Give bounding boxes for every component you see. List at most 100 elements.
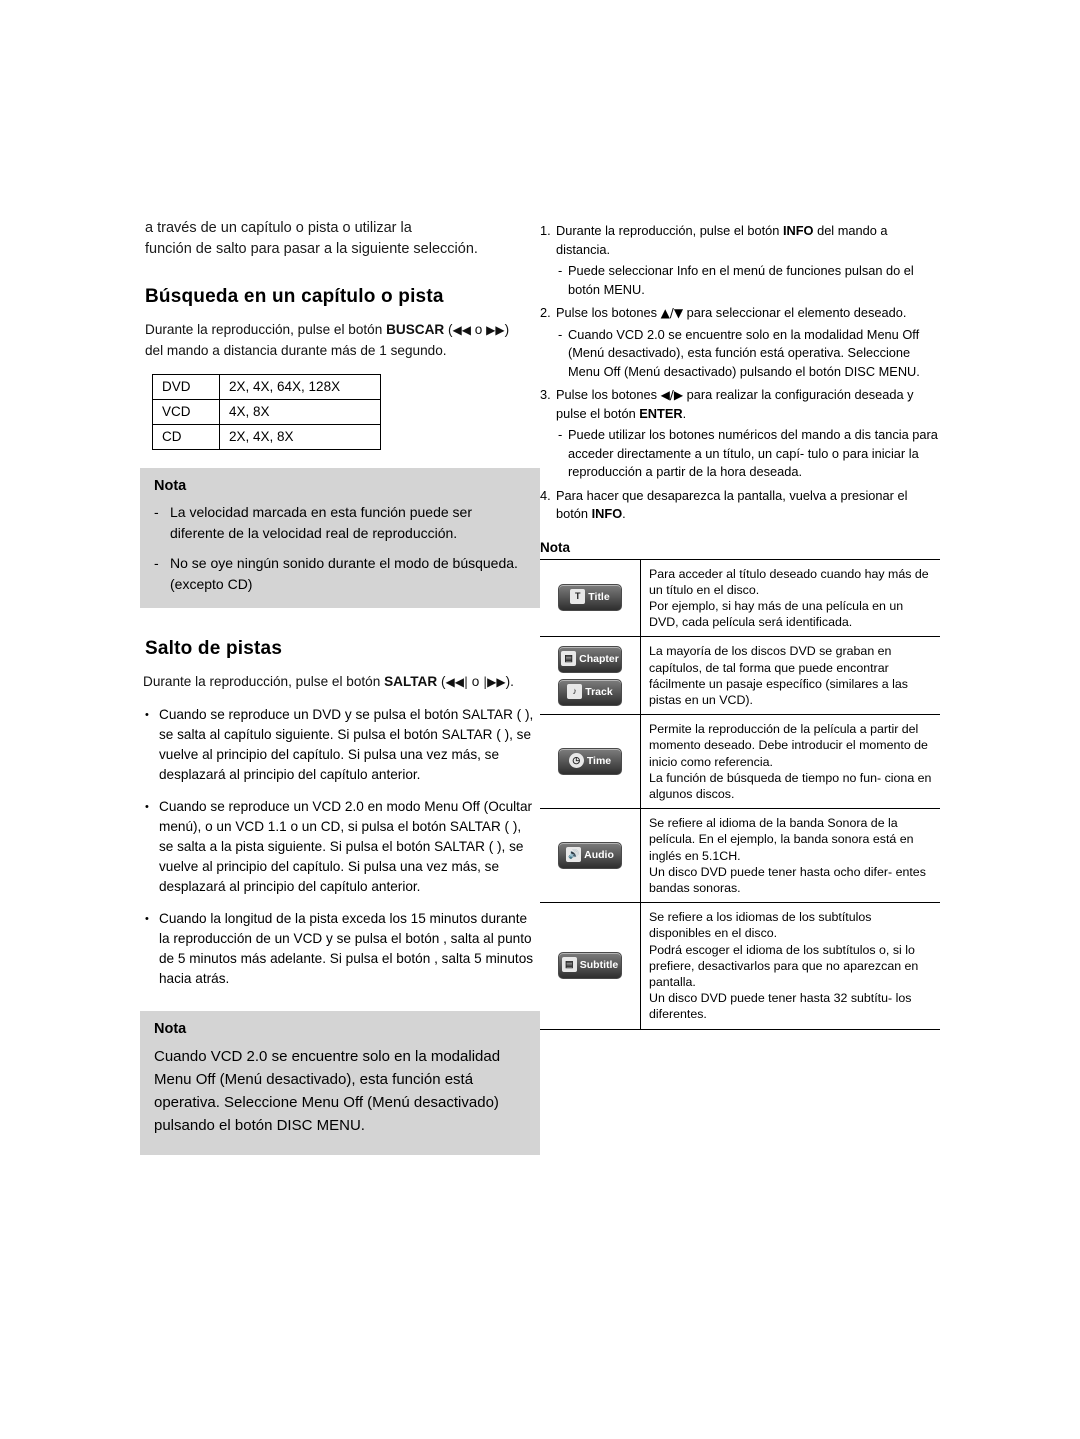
left-column: a través de un capítulo o pista o utiliz… [140, 218, 540, 1155]
title-glyph: T [570, 589, 586, 605]
nota-title-right: Nota [540, 539, 570, 555]
step-bold: INFO [782, 223, 814, 238]
icon-description: Se refiere al idioma de la banda Sonora … [640, 808, 940, 904]
step-text: Pulse los botones ◀/▶ para realizar la c… [556, 387, 914, 421]
bullet-icon: • [145, 800, 149, 813]
table-row: 🔊 Audio Se refiere al idioma de la banda … [540, 808, 940, 904]
track-glyph: ♪ [567, 683, 583, 699]
step-text-b: para seleccionar el elemento deseado. [683, 305, 907, 320]
track-icon: ♪ Track [558, 678, 622, 706]
list-item: - Puede utilizar los botones numéricos d… [558, 426, 940, 482]
step-text-a: Pulse los botones [556, 387, 661, 402]
list-item: - Cuando VCD 2.0 se encuentre solo en la… [558, 326, 940, 382]
intro-line-2: función de salto para pasar a la siguien… [145, 241, 478, 257]
list-item: • Cuando la longitud de la pista exceda … [145, 909, 537, 989]
skip-instr-c: o [468, 674, 484, 689]
step-text-b: . [622, 506, 626, 521]
skip-instr-b: ( [437, 674, 446, 689]
sub-dash: - [558, 427, 563, 442]
speaker-glyph: 🔊 [566, 847, 582, 863]
table-row: T Title Para acceder al título deseado cu… [540, 558, 940, 638]
list-item: • Cuando se reproduce un VCD 2.0 en modo… [145, 797, 537, 897]
subtitle-icon: ▤ Subtitle [558, 952, 622, 980]
step-index: 4. [540, 487, 551, 503]
list-item: • Cuando se reproduce un DVD y se pulsa … [145, 705, 537, 785]
intro-line-1: a través de un capítulo o pista o utiliz… [145, 220, 412, 236]
search-instr-d: ) [504, 322, 510, 337]
nota-title: Nota [154, 478, 187, 494]
sub-text: Puede utilizar los botones numéricos del… [568, 427, 938, 479]
skip-back-icon: ◀◀| [445, 675, 469, 689]
audio-label: Audio [584, 849, 614, 862]
clock-glyph: ◷ [568, 753, 584, 769]
table-row: ▤ Chapter ♪ Track La mayoría de los discos… [540, 636, 940, 716]
icon-description: Permite la reproducción de la película a… [640, 714, 940, 810]
step-text-a: Durante la reproducción, pulse el botón [556, 223, 783, 238]
icon-cell: T Title [540, 558, 641, 638]
speed-format-dvd: DVD [152, 374, 220, 400]
up-down-arrow-icon: ▲/▼ [660, 306, 684, 320]
table-row: ◷ Time Permite la reproducción de la pelí… [540, 714, 940, 810]
step-bold: ENTER [639, 405, 683, 421]
speed-values-cd: 2X, 4X, 8X [219, 424, 381, 450]
chapter-label: Chapter [579, 652, 619, 665]
nota-title: Nota [154, 1020, 187, 1037]
time-label: Time [586, 755, 612, 768]
step-bold: INFO [591, 506, 623, 521]
title-label: Title [588, 591, 610, 604]
icon-cell: ▤ Chapter ♪ Track [540, 636, 641, 716]
subtitle-glyph: ▤ [561, 957, 577, 973]
chapter-glyph: ▤ [561, 650, 577, 666]
icon-description: Se refiere a los idiomas de los subtítul… [640, 902, 940, 1030]
nota-item-text: No se oye ningún sonido durante el modo … [170, 555, 518, 592]
search-instruction-line2: del mando a distancia durante más de 1 s… [145, 342, 447, 358]
bullet-text: Cuando se reproduce un DVD y se pulsa el… [159, 706, 534, 782]
manual-page: a través de un capítulo o pista o utiliz… [0, 0, 1080, 1439]
bullet-text: Cuando se reproduce un VCD 2.0 en modo M… [159, 798, 533, 894]
track-label: Track [585, 685, 613, 698]
list-item: 3. Pulse los botones ◀/▶ para realizar l… [540, 386, 940, 423]
speed-format-cd: CD [152, 424, 220, 450]
audio-icon: 🔊 Audio [558, 842, 622, 870]
list-item: - Puede seleccionar Info en el menú de f… [558, 262, 940, 299]
list-item: 1. Durante la reproducción, pulse el bot… [540, 222, 940, 259]
right-column: 1. Durante la reproducción, pulse el bot… [540, 222, 940, 1030]
bullet-icon: • [145, 912, 149, 925]
skip-instr-d: ). [505, 674, 514, 689]
rewind-icon: ◀◀ [452, 323, 472, 337]
list-item: 4. Para hacer que desaparezca la pantall… [540, 487, 940, 524]
search-instr-c: o [471, 322, 487, 337]
icon-cell: 🔊 Audio [540, 808, 641, 904]
skip-button-label: SALTAR [384, 674, 438, 689]
icon-cell: ◷ Time [540, 714, 641, 810]
skip-instr-a: Durante la reproducción, pulse el botón [143, 674, 385, 689]
subtitle-label: Subtitle [579, 959, 619, 972]
step-text: Para hacer que desaparezca la pantalla, … [556, 487, 940, 524]
nota-dash: - [154, 504, 159, 520]
skip-forward-icon: |▶▶ [483, 675, 506, 689]
fast-forward-icon: ▶▶ [486, 323, 505, 337]
table-row: DVD 2X, 4X, 64X, 128X [152, 374, 381, 400]
skip-instruction: Durante la reproducción, pulse el botón … [143, 672, 537, 693]
chapter-icon: ▤ Chapter [558, 645, 622, 673]
search-instr-b: ( [444, 322, 453, 337]
nota-box-skip: Nota Cuando VCD 2.0 se encuentre solo en… [140, 1010, 540, 1155]
speed-format-vcd: VCD [152, 399, 220, 425]
list-item: 2. Pulse los botones ▲/▼ para selecciona… [540, 304, 940, 323]
bullet-text: Cuando la longitud de la pista exceda lo… [159, 910, 534, 986]
nota-dash: - [154, 555, 159, 571]
nota-box-search: Nota - La velocidad marcada en esta func… [140, 468, 540, 608]
sub-text: Cuando VCD 2.0 se encuentre solo en la m… [568, 326, 920, 379]
step-index: 3. [540, 387, 551, 402]
sub-dash: - [558, 263, 563, 278]
search-instr-a: Durante la reproducción, pulse el botón [145, 322, 387, 337]
bullet-icon: • [145, 708, 149, 721]
table-row: ▤ Subtitle Se refiere a los idiomas de lo… [540, 902, 940, 1030]
sub-dash: - [558, 326, 563, 342]
section-title-skip: Salto de pistas [145, 638, 283, 659]
step-text: Pulse los botones ▲/▼ para seleccionar e… [556, 304, 940, 323]
search-instruction: Durante la reproducción, pulse el botón … [145, 320, 537, 360]
table-row: VCD 4X, 8X [152, 399, 381, 425]
icon-description: La mayoría de los discos DVD se graban e… [640, 636, 940, 716]
nota-text: Cuando VCD 2.0 se encuentre solo en la m… [154, 1047, 501, 1134]
